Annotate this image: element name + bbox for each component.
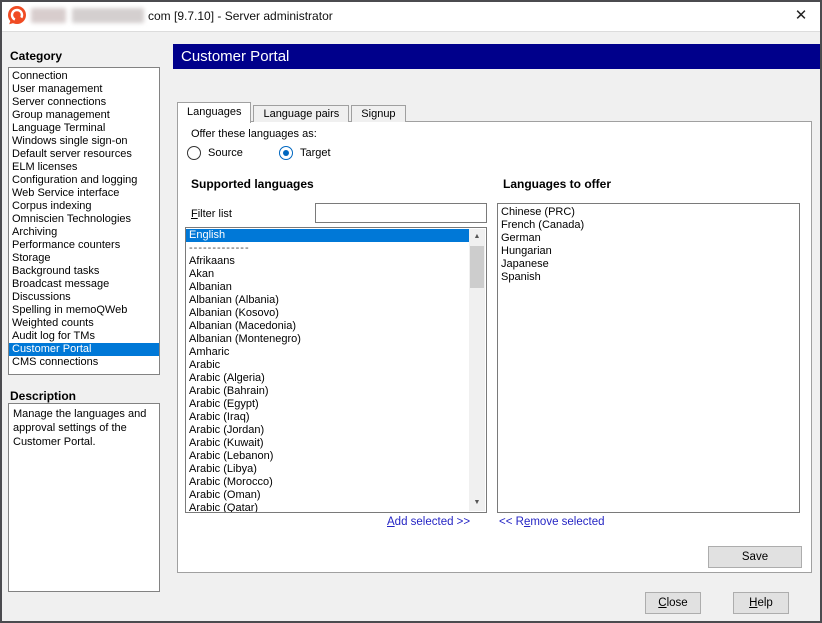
description-heading: Description bbox=[10, 389, 76, 403]
offer-languages-label: Offer these languages as: bbox=[191, 128, 317, 140]
offered-language-item[interactable]: German bbox=[498, 232, 799, 245]
language-item[interactable]: Arabic (Egypt) bbox=[186, 398, 469, 411]
language-item[interactable]: Albanian (Albania) bbox=[186, 294, 469, 307]
category-item[interactable]: Background tasks bbox=[9, 265, 159, 278]
scroll-down-icon[interactable]: ▼ bbox=[469, 495, 485, 511]
category-item[interactable]: Storage bbox=[9, 252, 159, 265]
category-item[interactable]: Discussions bbox=[9, 291, 159, 304]
description-text: Manage the languages and approval settin… bbox=[13, 408, 146, 448]
language-item[interactable]: Arabic (Jordan) bbox=[186, 424, 469, 437]
category-item[interactable]: Corpus indexing bbox=[9, 200, 159, 213]
tab[interactable]: Languages bbox=[177, 102, 251, 123]
languages-to-offer-heading: Languages to offer bbox=[503, 177, 611, 191]
language-item[interactable]: Arabic (Algeria) bbox=[186, 372, 469, 385]
close-window-icon[interactable]: ✕ bbox=[792, 7, 810, 25]
language-item[interactable]: Arabic (Libya) bbox=[186, 463, 469, 476]
title-bar: com [9.7.10] - Server administrator ✕ bbox=[0, 0, 822, 32]
category-item[interactable]: Windows single sign-on bbox=[9, 135, 159, 148]
tab-strip: LanguagesLanguage pairsSignup bbox=[177, 101, 408, 122]
source-radio-label: Source bbox=[208, 147, 243, 159]
language-item[interactable]: Arabic (Oman) bbox=[186, 489, 469, 502]
language-item[interactable]: Afrikaans bbox=[186, 255, 469, 268]
language-item[interactable]: Arabic (Morocco) bbox=[186, 476, 469, 489]
language-item[interactable]: Amharic bbox=[186, 346, 469, 359]
offered-language-item[interactable]: Hungarian bbox=[498, 245, 799, 258]
scroll-up-icon[interactable]: ▲ bbox=[469, 229, 485, 245]
category-item[interactable]: Omniscien Technologies bbox=[9, 213, 159, 226]
tab[interactable]: Language pairs bbox=[253, 105, 349, 122]
memoq-logo-icon bbox=[7, 5, 27, 25]
category-heading: Category bbox=[10, 49, 62, 63]
help-button[interactable]: Help bbox=[733, 592, 789, 614]
category-item[interactable]: Server connections bbox=[9, 96, 159, 109]
category-item[interactable]: Web Service interface bbox=[9, 187, 159, 200]
offered-language-item[interactable]: Spanish bbox=[498, 271, 799, 284]
save-button[interactable]: Save bbox=[708, 546, 802, 568]
language-item[interactable]: Arabic (Qatar) bbox=[186, 502, 469, 513]
radio-unchecked-icon bbox=[187, 146, 201, 160]
category-item[interactable]: Connection bbox=[9, 70, 159, 83]
category-item[interactable]: CMS connections bbox=[9, 356, 159, 369]
redacted-server-name bbox=[31, 8, 66, 23]
offered-language-item[interactable]: French (Canada) bbox=[498, 219, 799, 232]
category-item[interactable]: Weighted counts bbox=[9, 317, 159, 330]
language-item: ------------- bbox=[186, 242, 469, 255]
category-item[interactable]: Default server resources bbox=[9, 148, 159, 161]
category-item[interactable]: Archiving bbox=[9, 226, 159, 239]
radio-checked-icon bbox=[279, 146, 293, 160]
target-radio[interactable]: Target bbox=[279, 146, 331, 160]
supported-languages-heading: Supported languages bbox=[191, 177, 314, 191]
server-administrator-window: com [9.7.10] - Server administrator ✕ Ca… bbox=[0, 0, 822, 623]
offered-language-item[interactable]: Japanese bbox=[498, 258, 799, 271]
category-item[interactable]: Broadcast message bbox=[9, 278, 159, 291]
add-selected-link[interactable]: Add selected >> bbox=[387, 516, 470, 528]
supported-languages-listbox: English-------------AfrikaansAkanAlbania… bbox=[185, 227, 487, 513]
language-item[interactable]: English bbox=[186, 229, 469, 242]
category-item[interactable]: Performance counters bbox=[9, 239, 159, 252]
close-button[interactable]: Close bbox=[645, 592, 701, 614]
window-title: com [9.7.10] - Server administrator bbox=[148, 9, 333, 23]
category-item[interactable]: Group management bbox=[9, 109, 159, 122]
page-title: Customer Portal bbox=[173, 44, 821, 69]
category-item[interactable]: Spelling in memoQWeb bbox=[9, 304, 159, 317]
category-item[interactable]: Customer Portal bbox=[9, 343, 159, 356]
category-item[interactable]: User management bbox=[9, 83, 159, 96]
filter-list-label: Filter list bbox=[191, 208, 232, 220]
language-item[interactable]: Arabic bbox=[186, 359, 469, 372]
language-item[interactable]: Albanian bbox=[186, 281, 469, 294]
scrollbar-thumb[interactable] bbox=[470, 246, 484, 288]
language-item[interactable]: Arabic (Iraq) bbox=[186, 411, 469, 424]
language-item[interactable]: Albanian (Macedonia) bbox=[186, 320, 469, 333]
language-item[interactable]: Arabic (Bahrain) bbox=[186, 385, 469, 398]
offered-language-item[interactable]: Chinese (PRC) bbox=[498, 206, 799, 219]
scrollbar[interactable]: ▲ ▼ bbox=[469, 229, 485, 511]
target-radio-label: Target bbox=[300, 147, 331, 159]
category-item[interactable]: Audit log for TMs bbox=[9, 330, 159, 343]
category-listbox: ConnectionUser managementServer connecti… bbox=[8, 67, 160, 375]
language-item[interactable]: Arabic (Kuwait) bbox=[186, 437, 469, 450]
source-radio[interactable]: Source bbox=[187, 146, 243, 160]
language-item[interactable]: Albanian (Montenegro) bbox=[186, 333, 469, 346]
category-item[interactable]: Configuration and logging bbox=[9, 174, 159, 187]
category-item[interactable]: Language Terminal bbox=[9, 122, 159, 135]
languages-to-offer-listbox: Chinese (PRC)French (Canada)GermanHungar… bbox=[497, 203, 800, 513]
language-item[interactable]: Albanian (Kosovo) bbox=[186, 307, 469, 320]
remove-selected-link[interactable]: << Remove selected bbox=[499, 516, 605, 528]
filter-input[interactable] bbox=[315, 203, 487, 223]
language-item[interactable]: Akan bbox=[186, 268, 469, 281]
category-item[interactable]: ELM licenses bbox=[9, 161, 159, 174]
redacted-server-name bbox=[72, 8, 144, 23]
language-item[interactable]: Arabic (Lebanon) bbox=[186, 450, 469, 463]
description-box: Manage the languages and approval settin… bbox=[8, 403, 160, 592]
tab[interactable]: Signup bbox=[351, 105, 405, 122]
